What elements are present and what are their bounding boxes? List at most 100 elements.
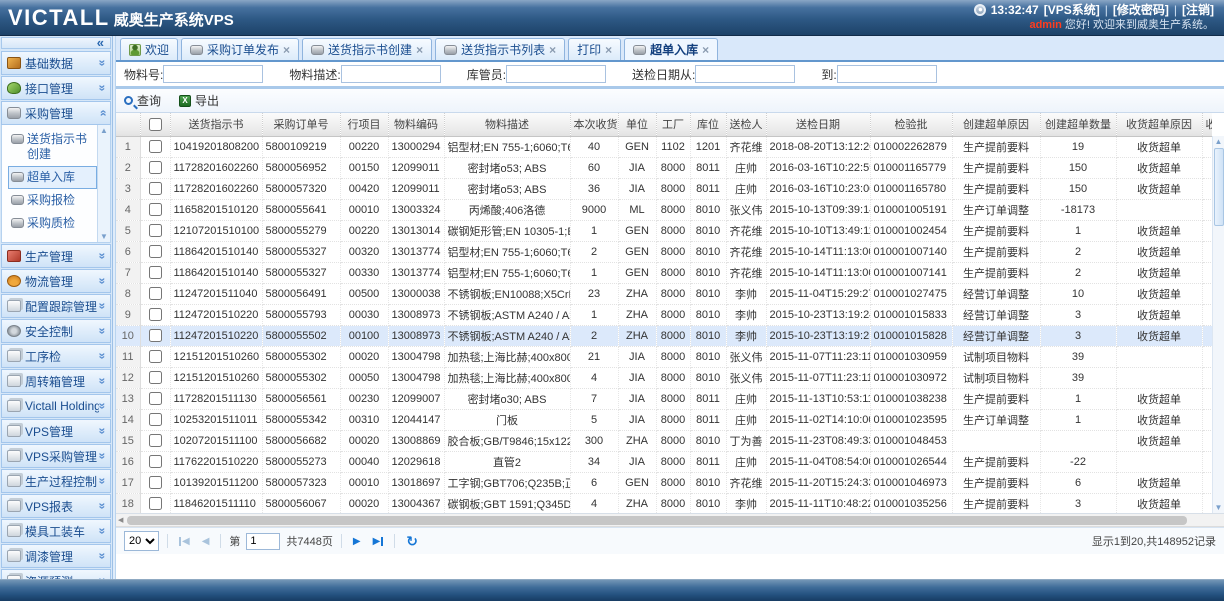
row-checkbox-cell[interactable]: [140, 178, 170, 199]
logout-link[interactable]: [注销]: [1182, 3, 1214, 18]
sidebar-item-interface-mgmt[interactable]: 接口管理»: [1, 76, 111, 100]
submenu-item-delivery-note-create[interactable]: 送货指示书创建: [8, 128, 97, 166]
table-row[interactable]: 181184620151111058000560670002013004367碳…: [116, 493, 1212, 513]
col-header[interactable]: 单位: [618, 113, 656, 136]
header-checkbox[interactable]: [140, 113, 170, 136]
row-checkbox[interactable]: [149, 140, 162, 153]
row-checkbox[interactable]: [149, 161, 162, 174]
scroll-down-icon[interactable]: ▼: [1215, 502, 1223, 513]
row-checkbox[interactable]: [149, 476, 162, 489]
table-row[interactable]: 131172820151113058000565610023012099007密…: [116, 388, 1212, 409]
col-header[interactable]: 送检日期: [766, 113, 870, 136]
table-row[interactable]: 51210720151010058000552790022013013014碳钢…: [116, 220, 1212, 241]
row-checkbox[interactable]: [149, 371, 162, 384]
row-checkbox[interactable]: [149, 329, 162, 342]
sidebar-item-paint-mgmt[interactable]: 调漆管理»: [1, 544, 111, 568]
sidebar-item-process-control[interactable]: 生产过程控制»: [1, 469, 111, 493]
close-icon[interactable]: ×: [283, 45, 290, 55]
query-button[interactable]: 查询: [124, 92, 161, 109]
row-checkbox[interactable]: [149, 434, 162, 447]
vertical-scroll-thumb[interactable]: [1214, 148, 1224, 226]
sidebar-item-turnover-box[interactable]: 周转箱管理»: [1, 369, 111, 393]
filter-input-material-desc[interactable]: [341, 65, 441, 83]
sidebar-item-process-inspection[interactable]: 工序检»: [1, 344, 111, 368]
col-header[interactable]: 收货超单原因: [1116, 113, 1202, 136]
row-checkbox[interactable]: [149, 497, 162, 510]
table-row[interactable]: 101124720151022058000555020010013008973不…: [116, 325, 1212, 346]
table-row[interactable]: 81124720151104058000564910050013000038不锈…: [116, 283, 1212, 304]
col-header[interactable]: 创建超单原因: [952, 113, 1040, 136]
change-password-link[interactable]: [修改密码]: [1113, 3, 1169, 18]
row-checkbox-cell[interactable]: [140, 283, 170, 304]
col-header[interactable]: 创建超单数量: [1040, 113, 1116, 136]
refresh-button[interactable]: ↻: [403, 533, 421, 550]
table-row[interactable]: 161176220151022058000552730004012029618直…: [116, 451, 1212, 472]
row-checkbox[interactable]: [149, 392, 162, 405]
page-size-select[interactable]: 20: [124, 531, 159, 551]
filter-input-warehouse-keeper[interactable]: [506, 65, 606, 83]
filter-input-inspect-date-from[interactable]: [695, 65, 795, 83]
table-row[interactable]: 111215120151026058000553020002013004798加…: [116, 346, 1212, 367]
sidebar-collapse-bar[interactable]: «: [1, 37, 111, 49]
sidebar-item-logistics-mgmt[interactable]: 物流管理»: [1, 269, 111, 293]
submenu-item-over-order-inbound[interactable]: 超单入库: [8, 166, 97, 189]
col-header[interactable]: 送检人: [726, 113, 766, 136]
row-checkbox-cell[interactable]: [140, 493, 170, 513]
col-header[interactable]: 行项目: [340, 113, 388, 136]
table-row[interactable]: 91124720151022058000557930003013008973不锈…: [116, 304, 1212, 325]
sidebar-item-base-data[interactable]: 基础数据»: [1, 51, 111, 75]
sidebar-item-vps-mgmt[interactable]: VPS管理»: [1, 419, 111, 443]
tab-welcome[interactable]: 欢迎: [120, 38, 178, 60]
row-checkbox[interactable]: [149, 203, 162, 216]
row-checkbox[interactable]: [149, 224, 162, 237]
tab-delivery-note-create[interactable]: 送货指示书创建×: [302, 38, 432, 60]
row-checkbox-cell[interactable]: [140, 367, 170, 388]
row-checkbox-cell[interactable]: [140, 262, 170, 283]
table-row[interactable]: 61186420151014058000553270032013013774铝型…: [116, 241, 1212, 262]
last-page-button[interactable]: ▶: [370, 536, 387, 547]
row-checkbox-cell[interactable]: [140, 472, 170, 493]
submenu-item-purchase-inspection[interactable]: 采购报检: [8, 189, 97, 212]
scroll-down-icon[interactable]: ▼: [100, 232, 108, 241]
close-icon[interactable]: ×: [605, 45, 612, 55]
tab-print[interactable]: 打印×: [568, 38, 621, 60]
sidebar-item-vps-purchase[interactable]: VPS采购管理»: [1, 444, 111, 468]
sidebar-item-vps-report[interactable]: VPS报表»: [1, 494, 111, 518]
sidebar-item-config-tracking[interactable]: 配置跟踪管理»: [1, 294, 111, 318]
sidebar-item-mold-tooling[interactable]: 模具工装车»: [1, 519, 111, 543]
submenu-scrollbar[interactable]: ▲▼: [97, 125, 110, 242]
col-header[interactable]: 检验批: [870, 113, 952, 136]
row-checkbox-cell[interactable]: [140, 346, 170, 367]
row-checkbox[interactable]: [149, 266, 162, 279]
col-header[interactable]: 采购订单号: [262, 113, 340, 136]
row-checkbox[interactable]: [149, 455, 162, 468]
row-checkbox[interactable]: [149, 182, 162, 195]
table-row[interactable]: 171013920151120058000573230001013018697工…: [116, 472, 1212, 493]
prev-page-button[interactable]: ◀: [199, 536, 213, 547]
filter-input-inspect-date-to[interactable]: [837, 65, 937, 83]
col-header[interactable]: 物料编码: [388, 113, 444, 136]
tab-over-order-inbound[interactable]: 超单入库×: [624, 38, 718, 60]
row-checkbox[interactable]: [149, 308, 162, 321]
close-icon[interactable]: ×: [702, 45, 709, 55]
row-checkbox[interactable]: [149, 413, 162, 426]
row-checkbox-cell[interactable]: [140, 241, 170, 262]
scroll-up-icon[interactable]: ▲: [1215, 136, 1223, 147]
col-header[interactable]: 物料描述: [444, 113, 570, 136]
sidebar-item-resource-forecast[interactable]: 资源预测»: [1, 569, 111, 579]
sidebar-item-purchase-mgmt[interactable]: 采购管理»: [1, 101, 111, 125]
vertical-scrollbar[interactable]: ▲ ▼: [1212, 136, 1224, 513]
row-checkbox-cell[interactable]: [140, 325, 170, 346]
row-checkbox-cell[interactable]: [140, 430, 170, 451]
table-row[interactable]: 11041920180820058001092190022013000294铝型…: [116, 136, 1212, 157]
row-checkbox-cell[interactable]: [140, 304, 170, 325]
filter-input-material-no[interactable]: [163, 65, 263, 83]
export-button[interactable]: X导出: [179, 92, 219, 109]
row-checkbox-cell[interactable]: [140, 451, 170, 472]
first-page-button[interactable]: ◀: [176, 536, 193, 547]
table-row[interactable]: 41165820151012058000556410001013003324丙烯…: [116, 199, 1212, 220]
vps-system-link[interactable]: [VPS系统]: [1044, 3, 1100, 18]
tab-po-publish[interactable]: 采购订单发布×: [181, 38, 299, 60]
collapse-sidebar-icon[interactable]: «: [97, 38, 104, 48]
sidebar-item-victall-holding[interactable]: Victall Holding»: [1, 394, 111, 418]
